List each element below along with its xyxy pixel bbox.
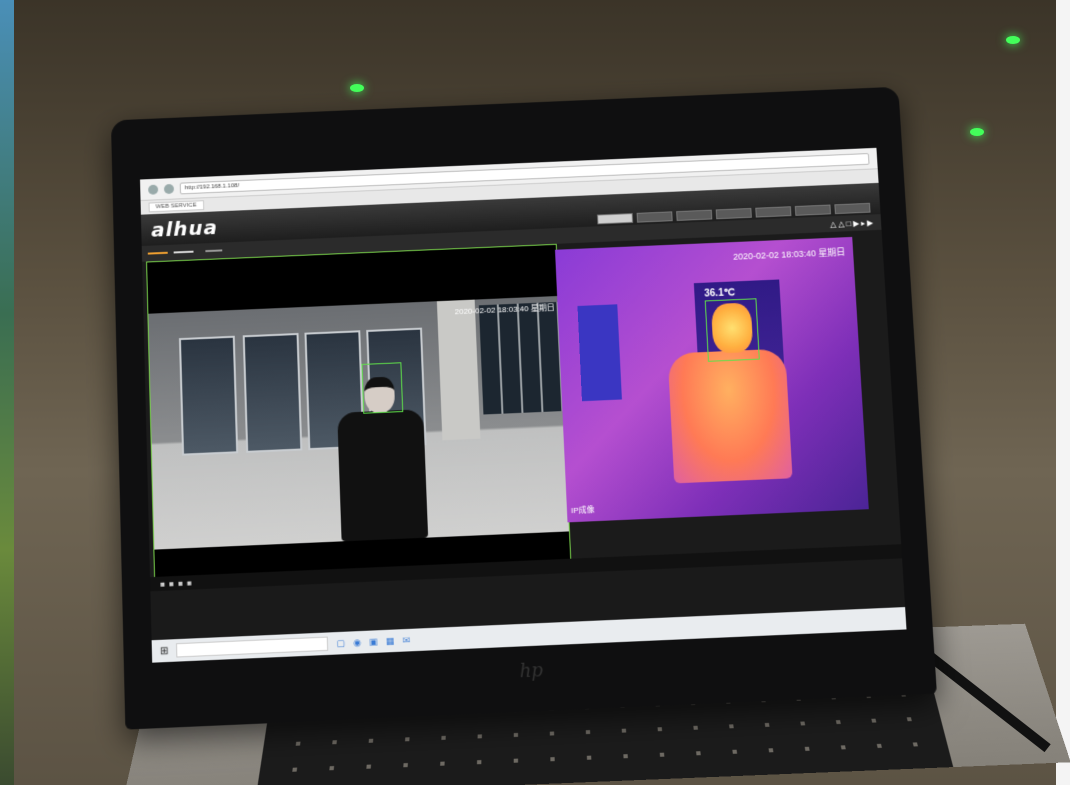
ceiling-green-light <box>1006 36 1020 44</box>
revolving-door <box>178 335 239 456</box>
pillar <box>436 299 481 441</box>
snapshot-icon[interactable]: ■ <box>160 579 165 588</box>
nav-tab-logout[interactable] <box>834 202 871 215</box>
stream-select[interactable] <box>205 249 223 253</box>
laptop-screen-bezel: http://192.168.1.108/ WEB SERVICE alhua … <box>110 86 937 730</box>
browser-tab[interactable]: WEB SERVICE <box>148 200 204 213</box>
edge-browser-icon[interactable]: ◉ <box>353 637 361 649</box>
record-icon[interactable]: ■ <box>169 579 174 588</box>
video-area: 2020-02-02 18:03:40 星期日 36.1℃ 2020-02-02… <box>142 229 903 592</box>
file-explorer-icon[interactable]: ▣ <box>369 636 378 648</box>
thermal-face-box <box>704 298 760 362</box>
laptop-screen: http://192.168.1.108/ WEB SERVICE alhua … <box>140 147 907 663</box>
ceiling-green-light <box>350 84 364 92</box>
store-icon[interactable]: ▦ <box>386 635 395 647</box>
face-detection-box <box>361 362 404 414</box>
windows-taskbar: ⊞ ▢ ◉ ▣ ▦ ✉ <box>151 607 907 663</box>
task-view-icon[interactable]: ▢ <box>336 637 345 649</box>
thermal-timestamp: 2020-02-02 18:03:40 星期日 <box>732 247 846 262</box>
windows-start-icon[interactable]: ⊞ <box>160 645 169 657</box>
zoom-icon[interactable]: ■ <box>178 578 183 587</box>
audio-icon[interactable]: ■ <box>187 578 192 587</box>
nav-tab-live[interactable] <box>597 213 634 225</box>
mail-icon[interactable]: ✉ <box>402 634 410 646</box>
nav-tab-report[interactable] <box>676 209 713 221</box>
back-icon[interactable] <box>148 184 159 195</box>
hp-logo: hp <box>519 659 544 683</box>
nav-tab-setup[interactable] <box>755 206 792 218</box>
visible-camera-pane[interactable]: 2020-02-02 18:03:40 星期日 <box>146 243 572 592</box>
body-temperature-label: 36.1℃ <box>704 287 736 300</box>
right-edge-strip <box>1056 0 1070 785</box>
nav-tab-playback[interactable] <box>636 211 673 223</box>
left-edge-strip <box>0 0 14 785</box>
nav-tab-alarm[interactable] <box>715 207 752 220</box>
thermal-person-body <box>667 348 793 484</box>
revolving-door <box>242 332 303 453</box>
sub-stream-button[interactable] <box>173 250 194 254</box>
guard-body <box>337 409 429 542</box>
main-stream-button[interactable] <box>147 251 168 255</box>
ceiling-green-light <box>970 128 984 136</box>
view-tool-icons[interactable]: △△□▶▸▶ <box>830 218 876 229</box>
dahua-logo: alhua <box>150 215 219 242</box>
thermal-camera-pane[interactable]: 36.1℃ 2020-02-02 18:03:40 星期日 IP成像 <box>554 236 869 523</box>
taskbar-search[interactable] <box>176 636 329 658</box>
visible-camera-image: 2020-02-02 18:03:40 星期日 <box>148 295 569 550</box>
building-window <box>478 301 564 415</box>
thermal-cold-region <box>577 304 622 402</box>
thermal-channel-label: IP成像 <box>570 505 595 516</box>
forward-icon[interactable] <box>163 183 175 194</box>
nav-tab-info[interactable] <box>794 204 831 216</box>
